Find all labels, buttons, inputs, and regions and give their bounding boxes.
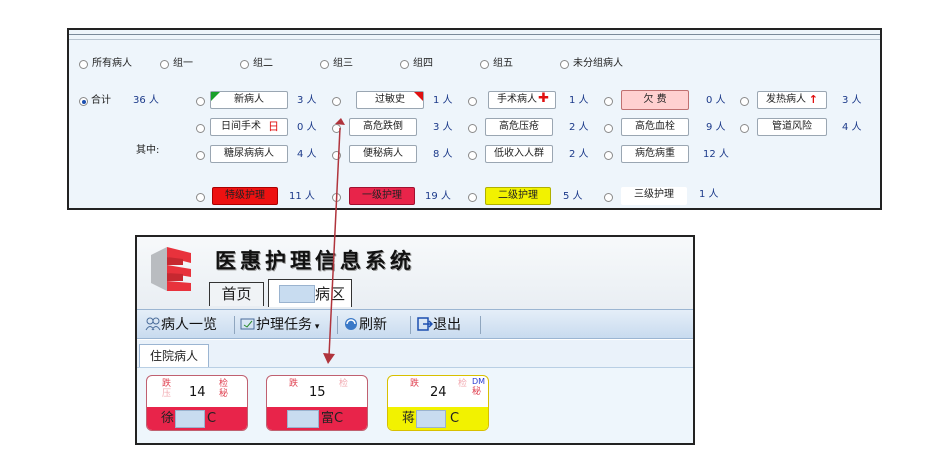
annotation-arrow: [323, 118, 345, 364]
